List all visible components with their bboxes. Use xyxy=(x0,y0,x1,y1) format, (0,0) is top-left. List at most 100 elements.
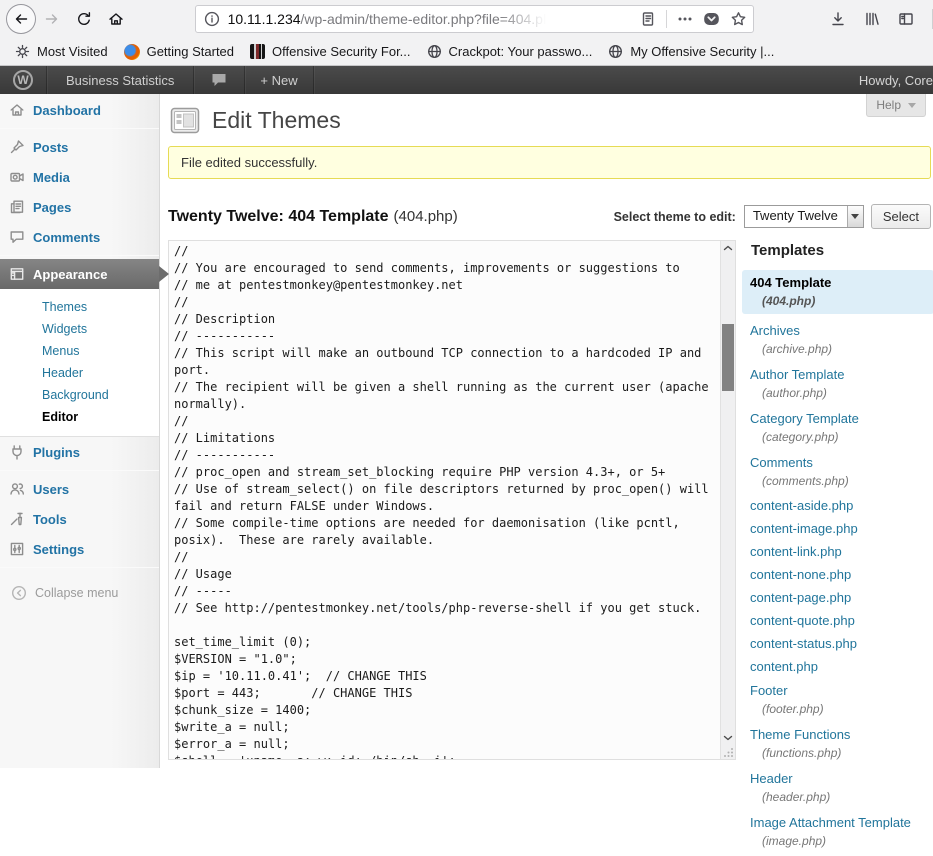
forward-icon xyxy=(44,11,60,27)
sidebar-item-settings[interactable]: Settings xyxy=(0,534,159,564)
submenu-item-themes[interactable]: Themes xyxy=(0,296,159,318)
template-list-item[interactable]: Image Attachment Template (image.php) xyxy=(742,812,933,852)
template-list-item[interactable]: Theme Functions (functions.php) xyxy=(742,724,933,764)
bookmark-star-icon[interactable] xyxy=(730,11,747,27)
submenu-item-header[interactable]: Header xyxy=(0,362,159,384)
library-icon[interactable] xyxy=(864,11,880,27)
site-info-icon[interactable] xyxy=(204,11,220,27)
select-theme-button[interactable]: Select xyxy=(871,204,931,229)
template-filename: (footer.php) xyxy=(750,699,926,717)
howdy-account-menu[interactable]: Howdy, Core xyxy=(859,66,933,94)
sidebar-item-comments[interactable]: Comments xyxy=(0,222,159,252)
downloads-icon[interactable] xyxy=(830,11,846,27)
template-list-item[interactable]: content.php xyxy=(742,657,933,677)
bookmark-my-offensive-security[interactable]: My Offensive Security |... xyxy=(603,44,785,59)
template-link[interactable]: Archives xyxy=(750,323,926,339)
template-list-item[interactable]: Comments (comments.php) xyxy=(742,452,933,492)
editor-scrollbar[interactable] xyxy=(720,241,735,759)
template-link[interactable]: Category Template xyxy=(750,411,926,427)
template-link[interactable]: content-none.php xyxy=(750,567,926,583)
collapse-menu-button[interactable]: Collapse menu xyxy=(0,571,159,601)
appearance-icon xyxy=(9,266,25,282)
template-list-item[interactable]: content-aside.php xyxy=(742,496,933,516)
forward-button[interactable] xyxy=(38,4,68,34)
template-list-item[interactable]: Footer (footer.php) xyxy=(742,680,933,720)
template-list-item[interactable]: content-link.php xyxy=(742,542,933,562)
sidebar-item-dashboard[interactable]: Dashboard xyxy=(0,95,159,125)
template-list-item[interactable]: 404 Template (404.php) xyxy=(742,270,933,314)
template-link[interactable]: content-link.php xyxy=(750,544,926,560)
wp-logo-menu[interactable]: W xyxy=(0,66,47,94)
templates-heading: Templates xyxy=(751,242,933,259)
template-link[interactable]: 404 Template xyxy=(750,275,926,291)
bookmark-most-visited[interactable]: Most Visited xyxy=(10,44,119,59)
template-list-item[interactable]: content-image.php xyxy=(742,519,933,539)
template-link[interactable]: Image Attachment Template xyxy=(750,815,926,831)
submenu-item-editor[interactable]: Editor xyxy=(0,406,159,428)
home-button[interactable] xyxy=(101,4,131,34)
comments-menu[interactable] xyxy=(194,66,245,94)
template-link[interactable]: content-page.php xyxy=(750,590,926,606)
submenu-item-background[interactable]: Background xyxy=(0,384,159,406)
comment-icon xyxy=(9,229,25,245)
template-list-item[interactable]: content-status.php xyxy=(742,634,933,654)
wp-admin-menu: Dashboard Posts Media Pages Comments App… xyxy=(0,94,160,768)
template-link[interactable]: content-status.php xyxy=(750,636,926,652)
template-link[interactable]: content-quote.php xyxy=(750,613,926,629)
template-list-item[interactable]: Header (header.php) xyxy=(742,768,933,808)
bookmarks-toolbar: Most Visited Getting Started Offensive S… xyxy=(0,38,933,66)
template-link[interactable]: Author Template xyxy=(750,367,926,383)
tools-icon xyxy=(9,511,25,527)
sidebar-item-posts[interactable]: Posts xyxy=(0,132,159,162)
pages-icon xyxy=(9,199,25,215)
template-link[interactable]: content-aside.php xyxy=(750,498,926,514)
template-list-item[interactable]: content-none.php xyxy=(742,565,933,585)
template-list-item[interactable]: Category Template (category.php) xyxy=(742,408,933,448)
scrollbar-thumb[interactable] xyxy=(722,324,734,391)
sidebar-item-tools[interactable]: Tools xyxy=(0,504,159,534)
reader-mode-icon[interactable] xyxy=(640,11,656,27)
pocket-icon[interactable] xyxy=(703,11,720,27)
bookmark-getting-started[interactable]: Getting Started xyxy=(119,44,245,60)
file-title: Twenty Twelve: 404 Template xyxy=(168,208,389,225)
back-button[interactable] xyxy=(6,4,36,34)
wordpress-logo-icon: W xyxy=(13,70,33,90)
scroll-down-icon[interactable] xyxy=(723,734,733,742)
template-list-item[interactable]: Archives (archive.php) xyxy=(742,320,933,360)
template-link[interactable]: Footer xyxy=(750,683,926,699)
site-name-menu[interactable]: Business Statistics xyxy=(47,66,194,94)
menu-separator xyxy=(0,470,159,471)
template-list-item[interactable]: content-page.php xyxy=(742,588,933,608)
submenu-item-menus[interactable]: Menus xyxy=(0,340,159,362)
sidebar-item-plugins[interactable]: Plugins xyxy=(0,437,159,467)
resize-grip-icon[interactable] xyxy=(723,747,734,758)
sidebar-item-appearance[interactable]: Appearance xyxy=(0,259,159,289)
bookmark-offensive-security-forums[interactable]: Offensive Security For... xyxy=(245,44,421,59)
page-actions-icon[interactable] xyxy=(677,11,693,27)
sidebar-item-pages[interactable]: Pages xyxy=(0,192,159,222)
scroll-up-icon[interactable] xyxy=(723,244,733,252)
template-list-item[interactable]: content-quote.php xyxy=(742,611,933,631)
help-button[interactable]: Help xyxy=(866,94,926,117)
sidebars-icon[interactable] xyxy=(898,11,914,27)
code-editor[interactable]: // // You are encouraged to send comment… xyxy=(169,241,720,759)
urlbar-separator xyxy=(666,10,667,28)
template-link[interactable]: content-image.php xyxy=(750,521,926,537)
template-link[interactable]: Theme Functions xyxy=(750,727,926,743)
new-label: + New xyxy=(260,73,297,88)
theme-select-dropdown[interactable]: Twenty Twelve xyxy=(744,205,864,228)
url-bar[interactable]: 10.11.1.234/wp-admin/theme-editor.php?fi… xyxy=(195,5,754,33)
bookmark-crackpot[interactable]: Crackpot: Your passwo... xyxy=(422,44,604,59)
template-link[interactable]: Comments xyxy=(750,455,926,471)
sidebar-item-users[interactable]: Users xyxy=(0,474,159,504)
reload-button[interactable] xyxy=(69,4,99,34)
howdy-label: Howdy, Core xyxy=(859,73,933,88)
menu-separator xyxy=(0,128,159,129)
back-icon xyxy=(13,11,29,27)
sidebar-item-media[interactable]: Media xyxy=(0,162,159,192)
template-list-item[interactable]: Author Template (author.php) xyxy=(742,364,933,404)
template-link[interactable]: Header xyxy=(750,771,926,787)
submenu-item-widgets[interactable]: Widgets xyxy=(0,318,159,340)
template-link[interactable]: content.php xyxy=(750,659,926,675)
new-content-menu[interactable]: + New xyxy=(245,66,313,94)
